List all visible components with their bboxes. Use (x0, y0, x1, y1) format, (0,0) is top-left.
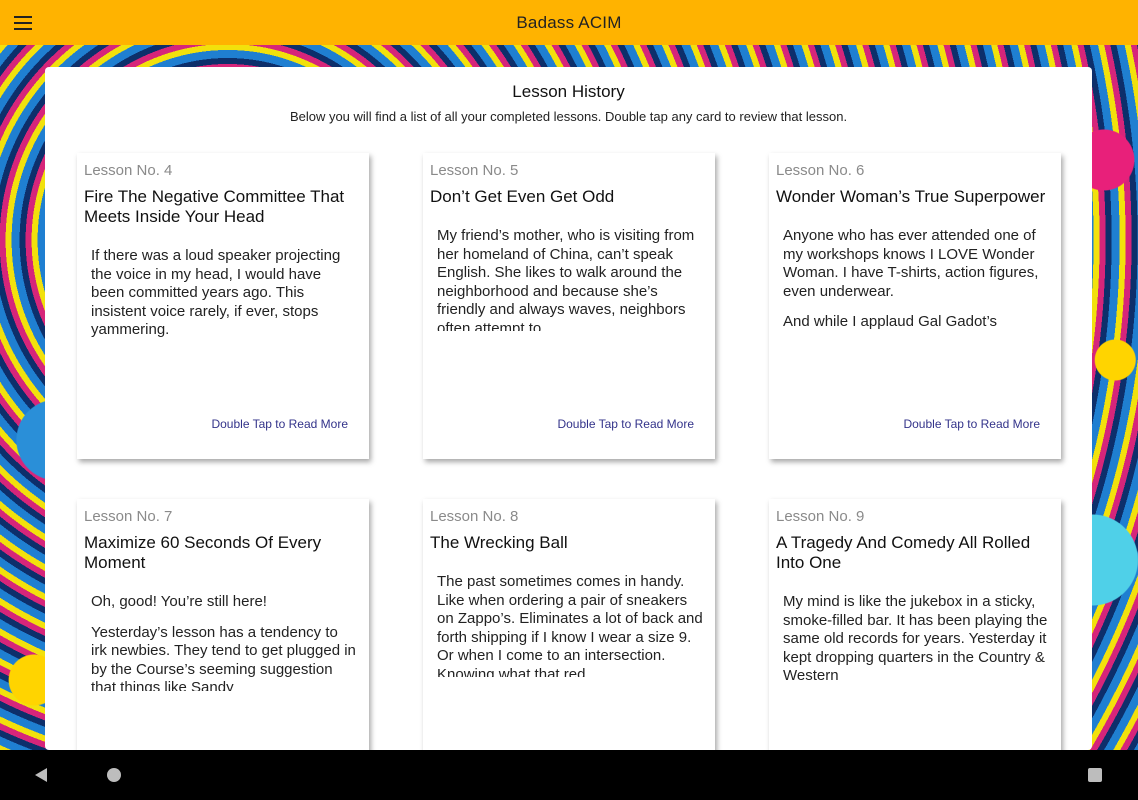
page-title: Lesson History (512, 82, 625, 101)
lesson-title: Don’t Get Even Get Odd (430, 187, 615, 206)
lesson-card[interactable]: Lesson No. 4 Fire The Negative Committee… (77, 153, 369, 459)
lesson-excerpt-paragraph: Oh, good! You’re still here! (91, 593, 267, 610)
lesson-excerpt-paragraph: My friend’s mother, who is visiting from… (437, 227, 695, 331)
lesson-excerpt-paragraph: My mind is like the jukebox in a sticky,… (783, 593, 1048, 683)
lesson-number: Lesson No. 5 (430, 162, 519, 179)
lesson-excerpt-paragraph: If there was a loud speaker projecting t… (91, 247, 341, 338)
lesson-excerpt-paragraph: Anyone who has ever attended one of my w… (783, 227, 1039, 300)
recents-square-icon[interactable] (1088, 768, 1102, 782)
lesson-excerpt-paragraph: Yesterday’s lesson has a tendency to irk… (91, 623, 356, 692)
lesson-excerpt: Anyone who has ever attended one of my w… (783, 227, 1049, 331)
lesson-card[interactable]: Lesson No. 8 The Wrecking Ball The past … (423, 499, 715, 750)
read-more-link[interactable]: Double Tap to Read More (903, 417, 1040, 431)
lesson-title: Fire The Negative Committee That Meets I… (84, 187, 345, 226)
app-title: Badass ACIM (516, 12, 622, 32)
home-circle-icon[interactable] (107, 768, 121, 782)
lesson-excerpt: The past sometimes comes in handy. Like … (437, 573, 703, 677)
lesson-title: Maximize 60 Seconds Of Every Moment (84, 533, 322, 572)
lesson-excerpt: If there was a loud speaker projecting t… (91, 247, 357, 339)
lesson-card[interactable]: Lesson No. 9 A Tragedy And Comedy All Ro… (769, 499, 1061, 750)
lesson-excerpt-paragraph: And while I applaud Gal Gadot’s (783, 313, 998, 330)
lesson-number: Lesson No. 9 (776, 508, 865, 525)
lesson-number: Lesson No. 4 (84, 162, 173, 179)
lesson-excerpt: My mind is like the jukebox in a sticky,… (783, 593, 1049, 683)
lesson-excerpt: My friend’s mother, who is visiting from… (437, 227, 703, 331)
lesson-card[interactable]: Lesson No. 7 Maximize 60 Seconds Of Ever… (77, 499, 369, 750)
read-more-link[interactable]: Double Tap to Read More (557, 417, 694, 431)
lesson-title: The Wrecking Ball (430, 533, 568, 552)
back-triangle-icon[interactable] (35, 768, 47, 782)
read-more-link[interactable]: Double Tap to Read More (211, 417, 348, 431)
lesson-card[interactable]: Lesson No. 5 Don’t Get Even Get Odd My f… (423, 153, 715, 459)
lesson-history-panel: Lesson History Below you will find a lis… (45, 67, 1092, 750)
lesson-title: Wonder Woman’s True Superpower (776, 187, 1046, 206)
app-bar: Badass ACIM (0, 0, 1138, 45)
lesson-card[interactable]: Lesson No. 6 Wonder Woman’s True Superpo… (769, 153, 1061, 459)
lesson-excerpt: Oh, good! You’re still here! Yesterday’s… (91, 593, 357, 691)
lesson-title: A Tragedy And Comedy All Rolled Into One (776, 533, 1031, 572)
system-nav-bar (0, 750, 1138, 800)
lesson-excerpt-paragraph: The past sometimes comes in handy. Like … (437, 573, 703, 677)
lesson-number: Lesson No. 6 (776, 162, 865, 179)
lesson-number: Lesson No. 7 (84, 508, 173, 525)
hamburger-menu-icon[interactable] (14, 12, 36, 34)
page-subtitle: Below you will find a list of all your c… (289, 109, 848, 124)
lesson-number: Lesson No. 8 (430, 508, 519, 525)
